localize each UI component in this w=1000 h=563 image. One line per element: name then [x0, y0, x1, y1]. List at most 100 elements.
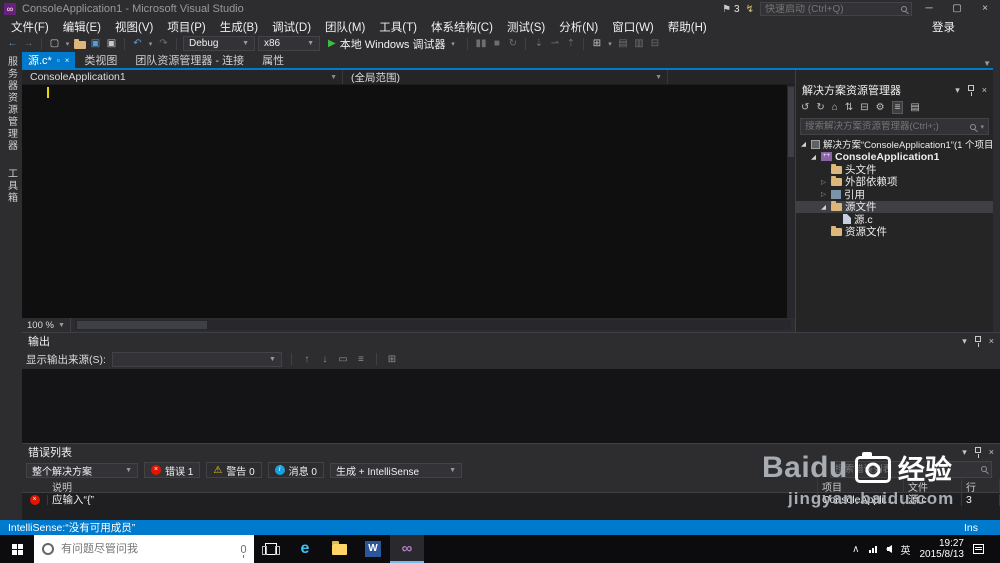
- network-icon[interactable]: [869, 546, 877, 553]
- back-icon[interactable]: ↺: [801, 102, 809, 113]
- tab-properties[interactable]: 属性: [253, 52, 293, 68]
- scrollbar-thumb[interactable]: [788, 87, 794, 157]
- comment-icon[interactable]: ▤: [616, 38, 629, 49]
- scrollbar-thumb[interactable]: [77, 321, 207, 329]
- error-scope-dropdown[interactable]: 整个解决方案 ▼: [26, 463, 138, 478]
- collapse-all-icon[interactable]: ⊟: [860, 102, 868, 113]
- output-source-dropdown[interactable]: ▼: [112, 352, 282, 367]
- window-position-icon[interactable]: ▾: [955, 85, 960, 96]
- navigate-back-icon[interactable]: ←: [6, 38, 19, 49]
- code-editor[interactable]: [22, 85, 787, 318]
- stop-icon[interactable]: ■: [490, 38, 503, 49]
- editor-horizontal-scrollbar[interactable]: [75, 320, 791, 330]
- window-position-icon[interactable]: ▾: [962, 336, 967, 347]
- show-hidden-icons-chevron[interactable]: ∧: [852, 544, 859, 555]
- save-all-icon[interactable]: ▣: [105, 38, 118, 49]
- pause-icon[interactable]: ▮▮: [474, 38, 487, 49]
- messages-filter-button[interactable]: i 消息 0: [268, 462, 324, 478]
- forward-icon[interactable]: ↻: [816, 102, 824, 113]
- close-panel-icon[interactable]: ×: [989, 447, 994, 457]
- member-scope-dropdown[interactable]: (全局范围) ▼: [343, 70, 668, 84]
- server-explorer-tab[interactable]: 服务器资源管理器: [4, 56, 19, 152]
- action-center-icon[interactable]: [973, 544, 984, 554]
- redo-icon[interactable]: ↷: [157, 38, 170, 49]
- line-column-header[interactable]: 行: [962, 479, 1000, 494]
- toggle-word-wrap-icon[interactable]: ≡: [355, 354, 367, 365]
- expanded-arrow-icon[interactable]: ◢: [819, 203, 828, 211]
- notifications-count[interactable]: 3: [734, 4, 740, 15]
- properties-icon[interactable]: ⚙: [876, 102, 885, 113]
- undo-dropdown-icon[interactable]: ▾: [147, 40, 154, 48]
- file-explorer-button[interactable]: [322, 535, 356, 563]
- window-position-icon[interactable]: ▾: [962, 447, 967, 458]
- menu-window[interactable]: 窗口(W): [605, 19, 661, 35]
- open-file-icon[interactable]: [74, 41, 86, 49]
- sign-in-button[interactable]: 登录: [925, 19, 962, 35]
- uncomment-icon[interactable]: ▥: [632, 38, 645, 49]
- start-debugging-button[interactable]: ▶ 本地 Windows 调试器 ▾: [323, 36, 461, 52]
- chevron-down-icon[interactable]: ▾: [980, 123, 984, 131]
- minimize-button[interactable]: ─: [918, 0, 940, 18]
- tree-item-source-files[interactable]: ◢ 源文件: [796, 201, 993, 214]
- feedback-icon[interactable]: ↯: [746, 4, 754, 15]
- word-button[interactable]: W: [356, 535, 390, 563]
- dock-icon[interactable]: ▫: [57, 56, 60, 65]
- warnings-filter-button[interactable]: ⚠ 警告 0: [206, 462, 261, 478]
- maximize-button[interactable]: ▢: [946, 0, 968, 18]
- menu-build[interactable]: 生成(B): [213, 19, 265, 35]
- goto-next-message-icon[interactable]: ↓: [319, 354, 331, 365]
- goto-previous-message-icon[interactable]: ↑: [301, 354, 313, 365]
- zoom-control[interactable]: 100 % ▼: [22, 318, 71, 332]
- menu-project[interactable]: 项目(P): [160, 19, 212, 35]
- solution-search-input[interactable]: [805, 121, 966, 132]
- collapsed-arrow-icon[interactable]: ▷: [819, 178, 828, 186]
- new-file-icon[interactable]: ▢: [48, 38, 61, 49]
- pin-icon[interactable]: [975, 447, 981, 453]
- tree-item-solution[interactable]: ◢ 解决方案“ConsoleApplication1”(1 个项目): [796, 138, 993, 151]
- preview-selected-items-icon[interactable]: ≡: [892, 101, 904, 114]
- menu-test[interactable]: 测试(S): [500, 19, 552, 35]
- close-button[interactable]: ×: [974, 0, 996, 18]
- tab-source-c-active[interactable]: 源.c* ▫ ×: [22, 52, 75, 68]
- undo-icon[interactable]: ↶: [131, 38, 144, 49]
- notifications-flag-icon[interactable]: ⚑: [722, 4, 731, 15]
- step-out-icon[interactable]: ⇡: [564, 38, 577, 49]
- solution-platforms-dropdown[interactable]: x86 ▼: [258, 36, 320, 51]
- taskbar-search-input[interactable]: [61, 543, 234, 555]
- menu-debug[interactable]: 调试(D): [265, 19, 318, 35]
- menu-view[interactable]: 视图(V): [108, 19, 160, 35]
- find-in-files-icon[interactable]: ⊞: [590, 38, 603, 49]
- visual-studio-taskbar-button[interactable]: ∞: [390, 535, 424, 563]
- tree-item-references[interactable]: ▷ 引用: [796, 188, 993, 201]
- show-all-files-icon[interactable]: ▤: [910, 102, 919, 113]
- step-over-icon[interactable]: ⇀: [548, 38, 561, 49]
- menu-architecture[interactable]: 体系结构(C): [424, 19, 500, 35]
- pin-icon[interactable]: [968, 85, 974, 91]
- menu-tools[interactable]: 工具(T): [372, 19, 424, 35]
- start-button[interactable]: [0, 535, 34, 563]
- tree-item-external-dependencies[interactable]: ▷ 外部依赖项: [796, 176, 993, 189]
- navigate-forward-icon[interactable]: →: [22, 38, 35, 49]
- tree-item-source-c[interactable]: 源.c: [796, 213, 993, 226]
- menu-help[interactable]: 帮助(H): [661, 19, 714, 35]
- output-content[interactable]: [22, 369, 1000, 443]
- solution-explorer-scrollbar[interactable]: [993, 70, 1000, 332]
- solution-configurations-dropdown[interactable]: Debug ▼: [183, 36, 255, 51]
- tab-class-view[interactable]: 类视图: [75, 52, 126, 68]
- taskbar-clock[interactable]: 19:27 2015/8/13: [920, 538, 965, 560]
- tab-list-dropdown-icon[interactable]: ▼: [983, 59, 993, 68]
- new-file-dropdown-icon[interactable]: ▾: [64, 40, 71, 48]
- tree-item-resource-files[interactable]: 资源文件: [796, 226, 993, 239]
- editor-vertical-scrollbar[interactable]: [787, 85, 795, 318]
- close-tab-icon[interactable]: ×: [65, 56, 70, 65]
- project-scope-dropdown[interactable]: ConsoleApplication1 ▼: [22, 70, 343, 84]
- save-icon[interactable]: ▣: [89, 38, 102, 49]
- home-icon[interactable]: ⌂: [832, 102, 838, 113]
- ime-language-indicator[interactable]: 英: [901, 542, 911, 557]
- restart-icon[interactable]: ↻: [506, 38, 519, 49]
- find-dropdown-icon[interactable]: ▾: [606, 40, 613, 48]
- toolbox-tab[interactable]: 工具箱: [4, 168, 19, 204]
- clear-all-icon[interactable]: ▭: [337, 354, 349, 365]
- quick-launch-input[interactable]: [765, 4, 897, 15]
- step-into-icon[interactable]: ⇣: [532, 38, 545, 49]
